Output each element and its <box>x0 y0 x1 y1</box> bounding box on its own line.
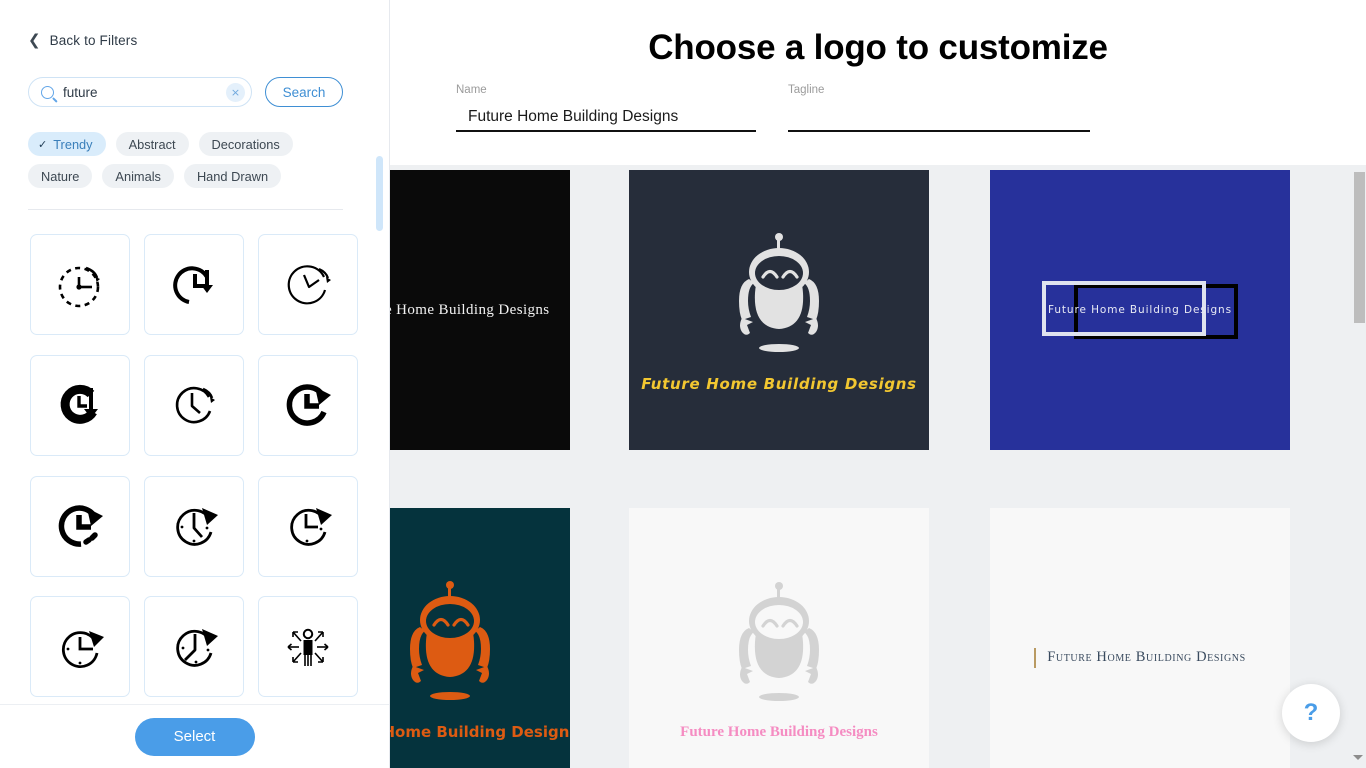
icon-cell-clock-rotate-diagonal[interactable] <box>144 596 244 698</box>
clock-rotate-quarter-icon <box>61 630 104 668</box>
sidebar-scrollbar-thumb[interactable] <box>376 156 383 231</box>
logo-card-4[interactable]: Future Home Building Designs <box>390 508 570 768</box>
clock-rotate-dots-thin-icon <box>290 508 332 546</box>
search-row: × Search <box>28 77 343 107</box>
robot-mascot-icon <box>739 233 819 352</box>
chip-label: Trendy <box>53 136 93 152</box>
category-chip-list: ✓ Trendy Abstract Decorations Nature Ani… <box>28 132 348 188</box>
icon-cell-clock-rotate-quarter[interactable] <box>30 596 130 698</box>
robot-mascot-icon <box>739 581 819 701</box>
tagline-field-group: Tagline <box>788 84 1090 132</box>
chip-decorations[interactable]: Decorations <box>198 132 293 156</box>
icon-cell-clock-rotate-dashed-bold[interactable] <box>30 475 130 577</box>
main-scrollbar-thumb[interactable] <box>1354 172 1365 323</box>
main-scrollbar[interactable] <box>1352 165 1366 768</box>
logo-card-6-text: Future Home Building Designs <box>1034 648 1246 668</box>
logo-card-3-text: Future Home Building Designs <box>1048 304 1232 316</box>
clock-rotate-solid-icon <box>60 385 98 425</box>
double-frame-graphic: Future Home Building Designs <box>1042 281 1238 339</box>
main-header: Choose a logo to customize Name Tagline <box>390 0 1366 165</box>
logo-card-3[interactable]: Future Home Building Designs <box>990 170 1290 450</box>
back-to-filters-link[interactable]: ❮ Back to Filters <box>28 31 138 49</box>
icon-cell-clock-dashed-rotate[interactable] <box>30 234 130 335</box>
logo-card-5[interactable]: Future Home Building Designs <box>629 508 929 768</box>
icon-cell-person-expand-arrows[interactable] <box>258 596 358 698</box>
filters-sidebar: ❮ Back to Filters × Search ✓ Trendy Abst… <box>0 0 390 768</box>
clock-dashed-rotate-icon <box>58 266 100 307</box>
help-button[interactable]: ? <box>1282 684 1340 742</box>
chip-label: Hand Drawn <box>196 168 269 184</box>
search-input[interactable] <box>63 84 226 100</box>
chip-label: Nature <box>41 168 80 184</box>
icon-cell-clock-rotate-solid[interactable] <box>30 354 130 456</box>
clock-rotate-down-icon <box>173 265 213 304</box>
chip-abstract[interactable]: Abstract <box>115 132 189 156</box>
logo-card-2[interactable]: Future Home Building Designs <box>629 170 929 450</box>
name-field-group: Name <box>456 84 756 132</box>
clock-dots-rotate-icon <box>176 508 218 546</box>
back-to-filters-label: Back to Filters <box>49 33 138 48</box>
name-field-label: Name <box>456 84 487 96</box>
logo-card-5-text: Future Home Building Designs <box>680 723 878 740</box>
tagline-field-label: Tagline <box>788 84 825 96</box>
icon-results-grid[interactable] <box>30 234 366 704</box>
select-button[interactable]: Select <box>134 717 255 756</box>
logo-card-1[interactable]: Future Home Building Designs <box>390 170 570 450</box>
logo-chooser-app: ❮ Back to Filters × Search ✓ Trendy Abst… <box>0 0 1366 768</box>
chip-hand-drawn[interactable]: Hand Drawn <box>183 164 282 188</box>
logo-card-6[interactable]: Future Home Building Designs <box>990 508 1290 768</box>
check-icon: ✓ <box>38 137 48 151</box>
search-icon <box>41 85 54 99</box>
chip-nature[interactable]: Nature <box>28 164 93 188</box>
chevron-left-icon: ❮ <box>28 31 41 49</box>
robot-mascot-icon <box>410 581 490 700</box>
clock-rotate-thin-icon <box>287 264 331 304</box>
chevron-down-icon[interactable] <box>1353 755 1363 760</box>
chip-label: Abstract <box>128 136 176 152</box>
icon-cell-clock-rotate-bold[interactable] <box>258 354 358 456</box>
icon-cell-clock-rotate-outline[interactable] <box>144 354 244 456</box>
search-box[interactable]: × <box>28 77 252 107</box>
clear-search-icon[interactable]: × <box>226 82 245 102</box>
logo-card-4-text: Future Home Building Designs <box>390 723 570 741</box>
tagline-input[interactable] <box>788 106 1090 132</box>
clock-rotate-bold-icon <box>286 384 331 426</box>
sidebar-divider <box>28 209 343 210</box>
logo-results-grid: Future Home Building Designs <box>390 165 1366 768</box>
icon-cell-clock-rotate-down[interactable] <box>144 234 244 335</box>
name-input[interactable] <box>456 106 756 132</box>
page-title: Choose a logo to customize <box>648 28 1108 67</box>
question-mark-icon: ? <box>1303 699 1319 726</box>
sidebar-footer: Select <box>0 704 389 768</box>
main-panel: Choose a logo to customize Name Tagline … <box>390 0 1366 768</box>
clock-rotate-outline-icon <box>175 387 215 424</box>
person-expand-arrows-icon <box>287 628 329 666</box>
logo-card-1-text: Future Home Building Designs <box>390 301 550 318</box>
sidebar-scrollbar[interactable] <box>376 130 383 720</box>
logo-card-2-text: Future Home Building Designs <box>641 375 917 393</box>
chip-trendy[interactable]: ✓ Trendy <box>28 132 106 156</box>
icon-cell-clock-dots-rotate[interactable] <box>144 475 244 577</box>
chip-label: Animals <box>115 168 161 184</box>
icon-cell-clock-rotate-dots-thin[interactable] <box>258 475 358 577</box>
clock-rotate-dashed-bold-icon <box>58 505 103 547</box>
chip-animals[interactable]: Animals <box>102 164 174 188</box>
chip-label: Decorations <box>211 136 280 152</box>
clock-rotate-diagonal-icon <box>176 628 218 667</box>
search-button[interactable]: Search <box>265 77 343 107</box>
icon-cell-clock-rotate-thin[interactable] <box>258 234 358 335</box>
